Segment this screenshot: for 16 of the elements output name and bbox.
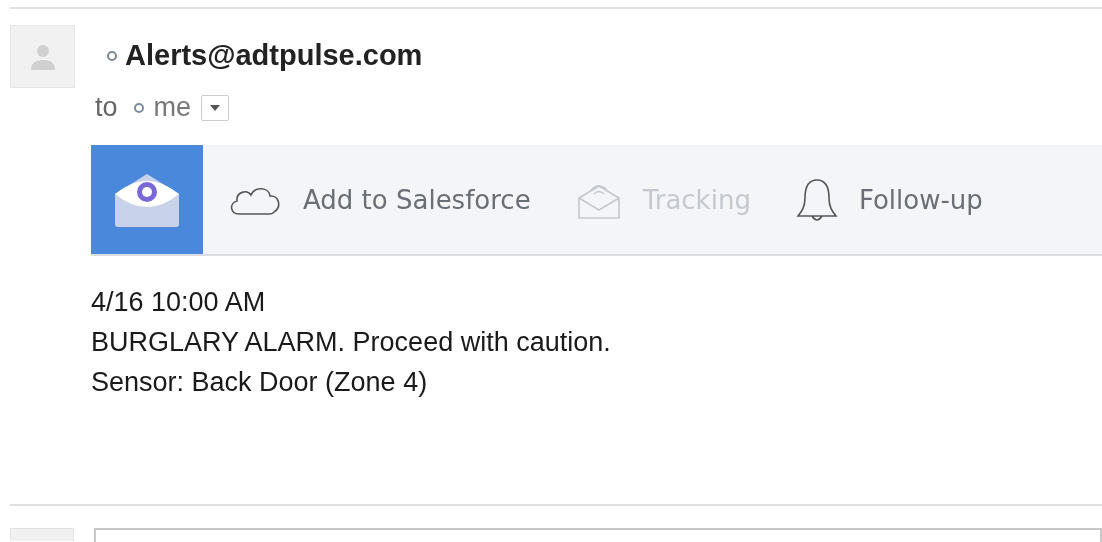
- sender-name: Alerts@adtpulse.com: [125, 39, 423, 72]
- avatar: [10, 528, 74, 541]
- toolbar-button[interactable]: Add to Salesforce: [203, 182, 531, 217]
- envelope-eye-icon: [112, 171, 182, 228]
- toolbar-button[interactable]: Follow-up: [770, 175, 983, 224]
- logo-tile[interactable]: [91, 145, 203, 254]
- message-line: Sensor: Back Door (Zone 4): [91, 366, 429, 399]
- to-label: to: [95, 92, 118, 123]
- status-icon: [107, 50, 117, 61]
- person-icon: [29, 42, 56, 71]
- message-line: BURGLARY ALARM. Proceed with caution.: [91, 326, 612, 359]
- recipient-name: me: [153, 92, 192, 123]
- message-line: 4/16 10:00 AM: [91, 286, 267, 319]
- status-icon: [133, 102, 144, 113]
- caret-icon: [210, 104, 221, 111]
- details-dropdown[interactable]: [201, 94, 230, 121]
